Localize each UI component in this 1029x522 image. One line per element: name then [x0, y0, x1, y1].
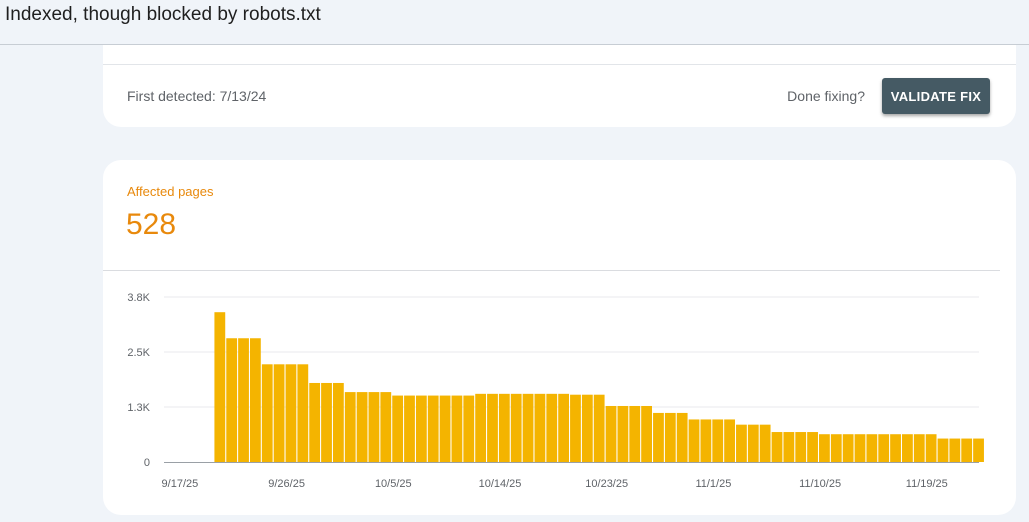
affected-pages-card: Affected pages 528 0 1.3K 2.5K 3.8K 9/17/25 9…: [103, 160, 1016, 515]
x-tick-label: 10/5/25: [375, 478, 412, 490]
chart-bar: [415, 395, 427, 462]
chart-bar: [261, 364, 273, 462]
chart-bar: [392, 395, 404, 462]
top-bar: Indexed, though blocked by robots.txt: [0, 0, 1029, 45]
chart-bar: [273, 364, 285, 462]
validate-fix-button[interactable]: VALIDATE FIX: [882, 78, 990, 114]
x-tick-label: 10/14/25: [479, 478, 522, 490]
chart-bar: [819, 434, 830, 462]
chart-bar: [297, 364, 309, 462]
chart-bar: [510, 393, 522, 462]
chart-bar: [700, 419, 712, 462]
chart-bar: [925, 434, 937, 462]
chart-bar: [973, 438, 984, 462]
done-fixing-text: Done fixing?: [787, 88, 865, 104]
chart-bar: [214, 312, 226, 462]
chart-bar: [913, 434, 925, 462]
chart-bar: [605, 405, 617, 462]
y-tick-label: 3.8K: [127, 292, 150, 304]
status-card: First detected: 7/13/24 Done fixing? VAL…: [103, 45, 1016, 127]
chart-bar: [712, 419, 724, 462]
chart-bar: [641, 405, 652, 462]
affected-pages-chart: 0 1.3K 2.5K 3.8K 9/17/25 9/26/25 10/5/25 10/14/…: [127, 292, 984, 490]
chart-bar: [404, 395, 415, 462]
chart-bar: [439, 395, 451, 462]
chart-bar: [522, 393, 534, 462]
card-divider: [103, 64, 1016, 65]
chart-bar: [238, 338, 249, 462]
chart-bar: [688, 419, 700, 462]
chart-bar: [487, 393, 498, 462]
chart-bar: [617, 405, 629, 462]
chart-bar: [653, 412, 664, 462]
chart-bar: [736, 424, 747, 462]
x-tick-label: 11/1/25: [695, 478, 731, 490]
y-tick-label: 0: [144, 457, 150, 469]
chart-bar: [368, 392, 380, 462]
chart-bar: [321, 382, 332, 462]
y-tick-label: 2.5K: [127, 347, 150, 359]
y-tick-label: 1.3K: [127, 402, 150, 414]
x-tick-label: 11/19/25: [906, 478, 948, 490]
page-title: Indexed, though blocked by robots.txt: [5, 4, 321, 25]
x-tick-label: 9/26/25: [268, 478, 305, 490]
x-tick-label: 9/17/25: [162, 478, 199, 490]
chart-bar: [427, 395, 439, 462]
chart-bar: [664, 412, 676, 462]
chart-bar: [285, 364, 297, 462]
chart-bar: [902, 434, 913, 462]
chart-bar: [890, 434, 901, 462]
chart-bar: [771, 432, 783, 462]
chart-bar: [570, 394, 581, 462]
chart-bar: [866, 434, 878, 462]
chart-bar: [593, 394, 605, 462]
chart-bar: [380, 392, 392, 462]
chart-bar: [878, 434, 890, 462]
chart-bar: [475, 393, 487, 462]
chart-bar: [463, 395, 475, 462]
chart-bar: [937, 438, 949, 462]
x-tick-label: 11/10/25: [799, 478, 841, 490]
chart-bar: [747, 424, 759, 462]
chart-bar: [629, 405, 641, 462]
chart-bar: [581, 394, 593, 462]
chart-bar: [830, 434, 842, 462]
chart-bar: [498, 393, 510, 462]
chart-bar: [842, 434, 854, 462]
chart-bar: [807, 432, 818, 462]
x-tick-label: 10/23/25: [585, 478, 628, 490]
chart-bar: [795, 432, 807, 462]
chart-bar: [759, 424, 771, 462]
chart-bar: [356, 392, 368, 462]
chart-bar: [534, 393, 546, 462]
chart-bar: [332, 382, 344, 462]
chart-bar: [676, 412, 688, 462]
chart-bar: [949, 438, 961, 462]
chart-bar: [451, 395, 463, 462]
chart-bar: [961, 438, 973, 462]
chart-bar: [226, 338, 238, 462]
chart-bar: [344, 392, 356, 462]
first-detected-text: First detected: 7/13/24: [127, 88, 267, 104]
chart-bar: [546, 393, 558, 462]
chart-bar: [249, 338, 261, 462]
chart-bar: [724, 419, 735, 462]
bar-layer: [214, 312, 984, 462]
chart-bar: [783, 432, 795, 462]
chart-bar: [558, 393, 570, 462]
chart-bar: [309, 382, 321, 462]
chart-bar: [854, 434, 866, 462]
